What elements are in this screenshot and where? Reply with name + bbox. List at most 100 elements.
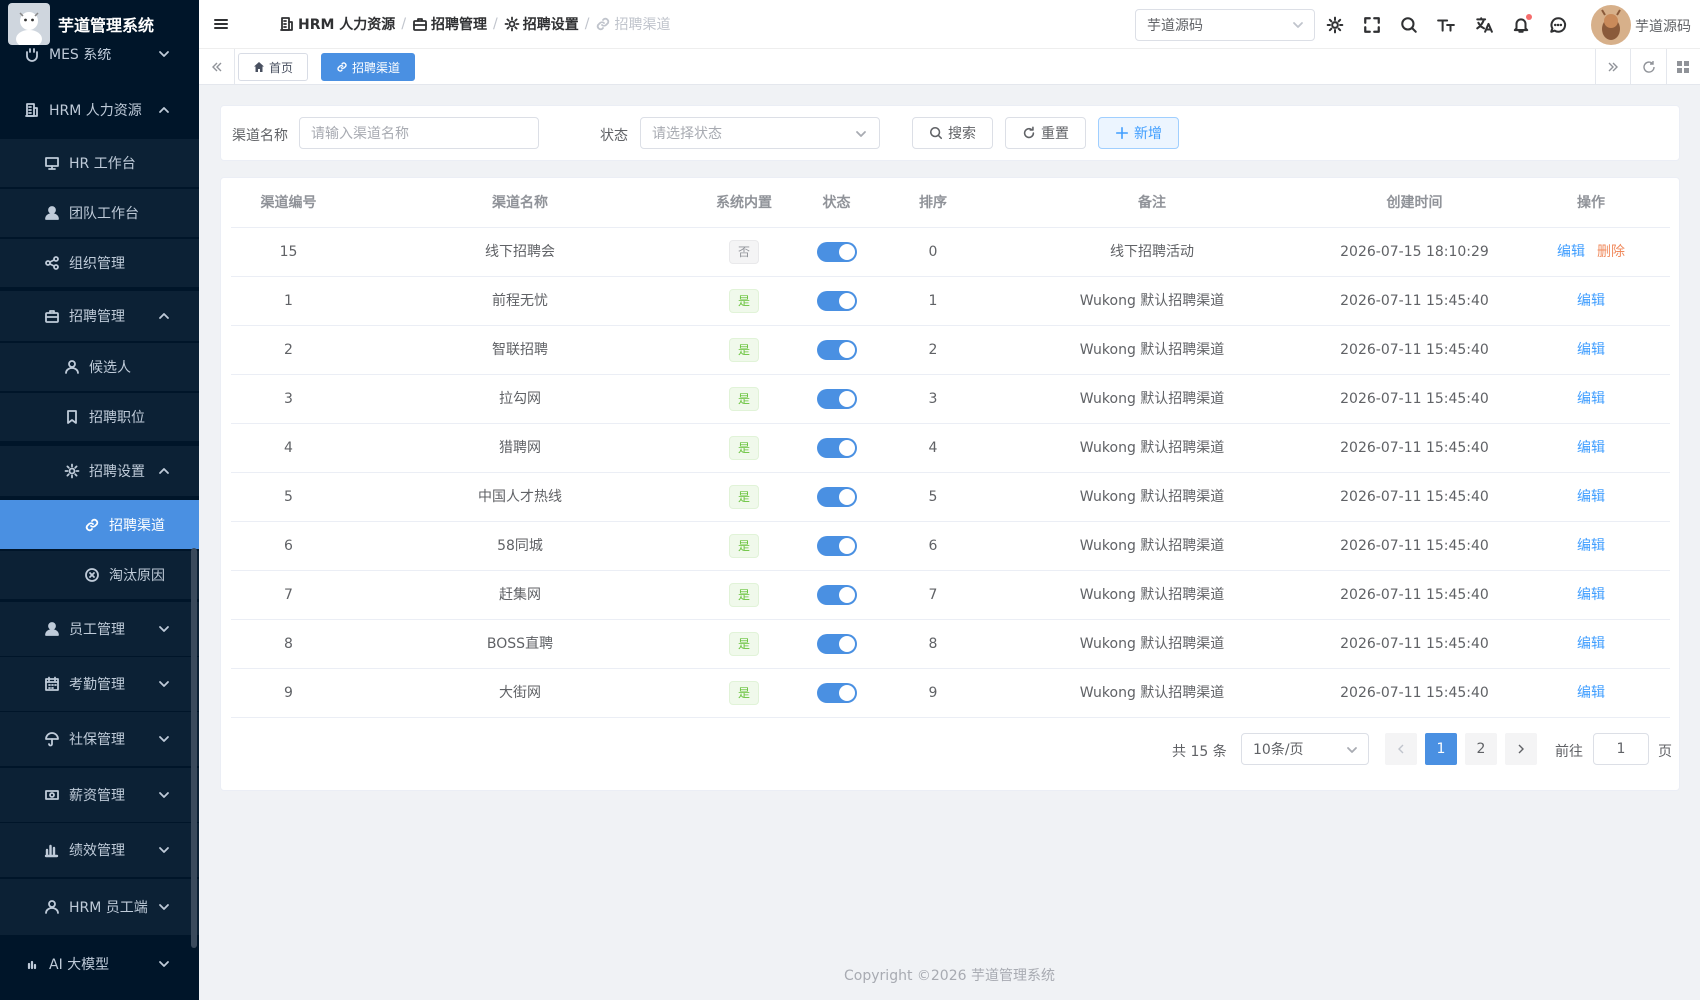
sidebar-item-salary[interactable]: 薪资管理 (0, 768, 199, 822)
pagination-total: 共 15 条 (1172, 744, 1227, 760)
table-row: 2 智联招聘 是 2 Wukong 默认招聘渠道 2026-07-11 15:45:40 编… (231, 326, 1670, 375)
edit-link[interactable]: 编辑 (1577, 342, 1605, 358)
sidebar-item-candidate[interactable]: 候选人 (0, 343, 199, 391)
grid-menu-icon[interactable] (1665, 49, 1700, 85)
sidebar-item-social-insurance[interactable]: 社保管理 (0, 712, 199, 766)
tag-home[interactable]: 首页 (238, 53, 309, 81)
sidebar-item-label: HRM 员工端 (69, 900, 148, 916)
gear-icon[interactable] (1326, 16, 1344, 34)
sidebar-item-team-workbench[interactable]: 团队工作台 (0, 189, 199, 237)
column-header: 备注 (1138, 195, 1166, 211)
sidebar-item-attendance[interactable]: 考勤管理 (0, 657, 199, 711)
status-switch[interactable] (816, 487, 857, 507)
search-button[interactable]: 搜索 (912, 117, 993, 149)
builtin-tag: 是 (728, 338, 759, 362)
tag-recruit-channel[interactable]: 招聘渠道 (321, 53, 416, 81)
table-row: 8 BOSS直聘 是 8 Wukong 默认招聘渠道 2026-07-11 15:45:4… (231, 620, 1670, 669)
channel-name-input[interactable]: 请输入渠道名称 (299, 117, 539, 149)
link-icon (336, 61, 348, 73)
translate-icon[interactable] (1475, 16, 1493, 34)
status-switch[interactable] (816, 683, 857, 703)
scroll-left-icon[interactable] (199, 49, 235, 85)
cell-created: 2026-07-11 15:45:40 (1340, 685, 1489, 701)
sidebar-scrollbar[interactable] (191, 548, 197, 948)
sidebar-item-employee[interactable]: 员工管理 (0, 602, 199, 656)
edit-link[interactable]: 编辑 (1577, 489, 1605, 505)
breadcrumb-item[interactable]: 招聘设置 (504, 14, 579, 34)
status-switch[interactable] (816, 389, 857, 409)
username[interactable]: 芋道源码 (1635, 16, 1691, 36)
sidebar-item-label: 组织管理 (69, 256, 125, 272)
add-button[interactable]: 新增 (1098, 117, 1179, 149)
page-number-button[interactable]: 1 (1425, 733, 1457, 765)
edit-link[interactable]: 编辑 (1557, 244, 1585, 260)
status-switch[interactable] (816, 291, 857, 311)
prev-page-button[interactable] (1385, 733, 1417, 765)
status-switch[interactable] (816, 585, 857, 605)
edit-link[interactable]: 编辑 (1577, 293, 1605, 309)
briefcase-icon (412, 16, 428, 32)
breadcrumb-label: 招聘渠道 (614, 17, 671, 33)
delete-link[interactable]: 删除 (1597, 244, 1625, 260)
sidebar-item-position[interactable]: 招聘职位 (0, 393, 199, 441)
sidebar-item-recruit-settings[interactable]: 招聘设置 (0, 446, 199, 496)
hamburger-icon[interactable] (213, 16, 229, 32)
avatar[interactable] (1591, 5, 1631, 45)
reset-button[interactable]: 重置 (1005, 117, 1086, 149)
breadcrumb-item[interactable]: 招聘管理 (412, 14, 487, 34)
cell-builtin: 是 (694, 473, 794, 522)
sidebar-item-performance[interactable]: 绩效管理 (0, 823, 199, 877)
cell-status (794, 473, 879, 522)
status-switch[interactable] (816, 438, 857, 458)
sidebar-item-hrm[interactable]: HRM 人力资源 (0, 86, 199, 134)
cell-builtin: 是 (694, 424, 794, 473)
fullscreen-icon[interactable] (1363, 16, 1381, 34)
sidebar-item-org[interactable]: 组织管理 (0, 239, 199, 287)
search-icon[interactable] (1400, 16, 1418, 34)
page-size-select[interactable]: 10条/页 (1241, 733, 1369, 765)
tenant-select[interactable]: 芋道源码 (1135, 9, 1315, 41)
cell-status (794, 326, 879, 375)
page-number-button[interactable]: 2 (1465, 733, 1497, 765)
money-icon (44, 787, 60, 803)
status-switch[interactable] (816, 242, 857, 262)
edit-link[interactable]: 编辑 (1577, 391, 1605, 407)
sidebar-item-label: 绩效管理 (69, 843, 125, 859)
cell-status (794, 669, 879, 718)
status-switch[interactable] (816, 634, 857, 654)
bell-icon[interactable] (1512, 14, 1532, 34)
chevron-down-icon (158, 901, 170, 913)
cell-builtin: 是 (694, 326, 794, 375)
chevron-down-icon (158, 678, 170, 690)
refresh-icon[interactable] (1631, 49, 1667, 85)
status-select[interactable]: 请选择状态 (640, 117, 880, 149)
cell-status (794, 277, 879, 326)
breadcrumb-item[interactable]: HRM 人力资源 (279, 14, 395, 34)
cell-remark: Wukong 默认招聘渠道 (1079, 587, 1225, 603)
sidebar-item-ai[interactable]: AI 大模型 (0, 937, 199, 991)
edit-link[interactable]: 编辑 (1577, 685, 1605, 701)
cell-builtin: 是 (694, 571, 794, 620)
sidebar-item-hrm-employee[interactable]: HRM 员工端 (0, 879, 199, 935)
gear-icon (504, 16, 520, 32)
status-switch[interactable] (816, 536, 857, 556)
font-size-icon[interactable] (1437, 16, 1455, 34)
logo-bar[interactable]: 芋道管理系统 (0, 0, 199, 48)
breadcrumb-label: HRM 人力资源 (298, 17, 396, 33)
edit-link[interactable]: 编辑 (1577, 440, 1605, 456)
sidebar-item-hr-workbench[interactable]: HR 工作台 (0, 139, 199, 187)
edit-link[interactable]: 编辑 (1577, 587, 1605, 603)
bar-chart-icon (44, 842, 60, 858)
sidebar-item-reject-reason[interactable]: 淘汰原因 (0, 551, 199, 599)
edit-link[interactable]: 编辑 (1577, 538, 1605, 554)
goto-page-input[interactable]: 1 (1593, 733, 1649, 765)
cell-status (794, 571, 879, 620)
sidebar-item-recruit-channel[interactable]: 招聘渠道 (0, 500, 199, 549)
cell-remark: Wukong 默认招聘渠道 (1079, 440, 1225, 456)
status-switch[interactable] (816, 340, 857, 360)
message-icon[interactable] (1549, 16, 1567, 34)
scroll-right-icon[interactable] (1595, 49, 1631, 85)
sidebar-item-recruit[interactable]: 招聘管理 (0, 291, 199, 341)
edit-link[interactable]: 编辑 (1577, 636, 1605, 652)
next-page-button[interactable] (1505, 733, 1537, 765)
